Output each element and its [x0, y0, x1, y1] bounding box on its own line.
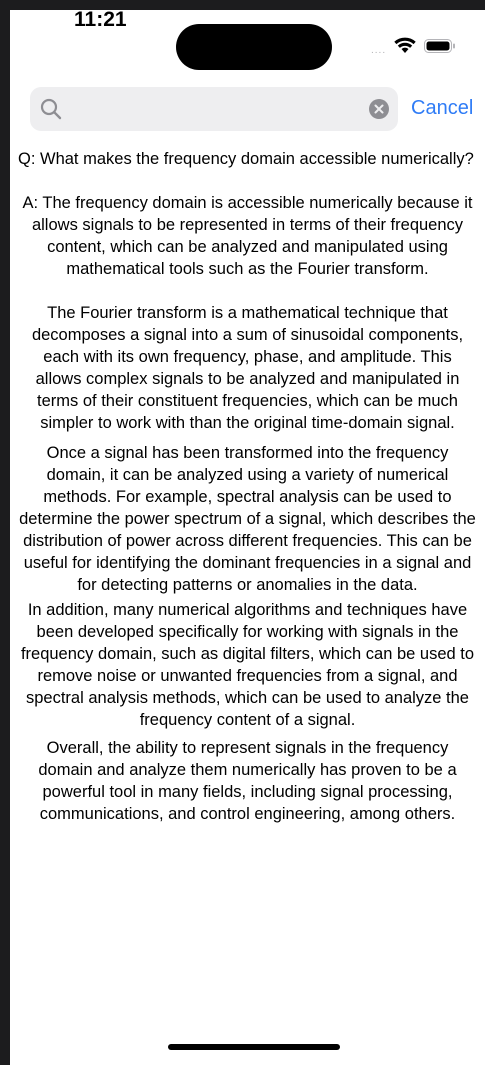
text-line: terms of their constituent frequencies, … — [37, 392, 458, 410]
device-frame-left — [0, 0, 10, 1065]
text-line: simpler to work with than the original t… — [40, 414, 455, 432]
answer-paragraph-2: The Fourier transform is a mathematical … — [10, 302, 485, 434]
text-line: methods. For example, spectral analysis … — [43, 488, 452, 506]
text-line: The Fourier transform is a mathematical … — [47, 304, 448, 322]
text-line: Once a signal has been transformed into … — [46, 444, 449, 462]
text-line: frequency content of a signal. — [139, 711, 356, 729]
clear-icon[interactable] — [369, 99, 389, 119]
text-line: determine the power spectrum of a signal… — [19, 510, 476, 528]
text-line: been developed specifically for working … — [36, 623, 459, 641]
battery-icon — [424, 39, 455, 53]
text-line: decomposes a signal into a sum of sinuso… — [31, 326, 464, 344]
search-icon — [40, 98, 62, 120]
home-indicator[interactable] — [168, 1044, 340, 1050]
text-line: content, which can be analyzed and manip… — [47, 238, 448, 256]
text-line: useful for identifying the dominant freq… — [23, 554, 472, 572]
text-line: Overall, the ability to represent signal… — [46, 739, 449, 757]
answer-paragraph-5: Overall, the ability to represent signal… — [10, 737, 485, 825]
text-line: In addition, many numerical algorithms a… — [27, 601, 468, 619]
text-line: powerful tool in many fields, including … — [42, 783, 453, 801]
screen: 11:21 .... Cancel Q: What makes the freq… — [10, 10, 485, 1065]
search-bar[interactable] — [30, 87, 398, 131]
cancel-button[interactable]: Cancel — [411, 96, 473, 120]
signal-icon: .... — [371, 45, 387, 56]
text-line: allows complex signals to be analyzed an… — [35, 370, 460, 388]
answer-paragraph-4: In addition, many numerical algorithms a… — [10, 599, 485, 731]
text-line: each with its own frequency, phase, and … — [43, 348, 452, 366]
wifi-icon — [394, 37, 416, 53]
answer-paragraph-1: A: The frequency domain is accessible nu… — [10, 192, 485, 280]
text-line: frequency domain, such as digital filter… — [20, 645, 475, 663]
text-line: allows signals to be represented in term… — [31, 216, 464, 234]
text-line: domain and analyze them numerically has … — [38, 761, 457, 779]
text-line: for detecting patterns or anomalies in t… — [77, 576, 418, 594]
answer-paragraph-3: Once a signal has been transformed into … — [10, 442, 485, 596]
text-line: distribution of power across different f… — [23, 532, 472, 550]
text-line: domain, it can be analyzed using a varie… — [46, 466, 449, 484]
text-line: A: The frequency domain is accessible nu… — [22, 194, 473, 212]
text-line: communications, and control engineering,… — [39, 805, 456, 823]
device-frame-top — [0, 0, 485, 10]
text-line: remove noise or unwanted frequencies fro… — [37, 667, 458, 685]
dynamic-island — [176, 24, 332, 70]
question-text: Q: What makes the frequency domain acces… — [18, 150, 474, 168]
status-bar: 11:21 .... — [10, 10, 485, 80]
text-line: mathematical tools such as the Fourier t… — [66, 260, 429, 278]
status-time: 11:21 — [74, 10, 127, 31]
text-line: spectral analysis methods, which can be … — [25, 689, 469, 707]
search-input[interactable] — [70, 87, 360, 131]
